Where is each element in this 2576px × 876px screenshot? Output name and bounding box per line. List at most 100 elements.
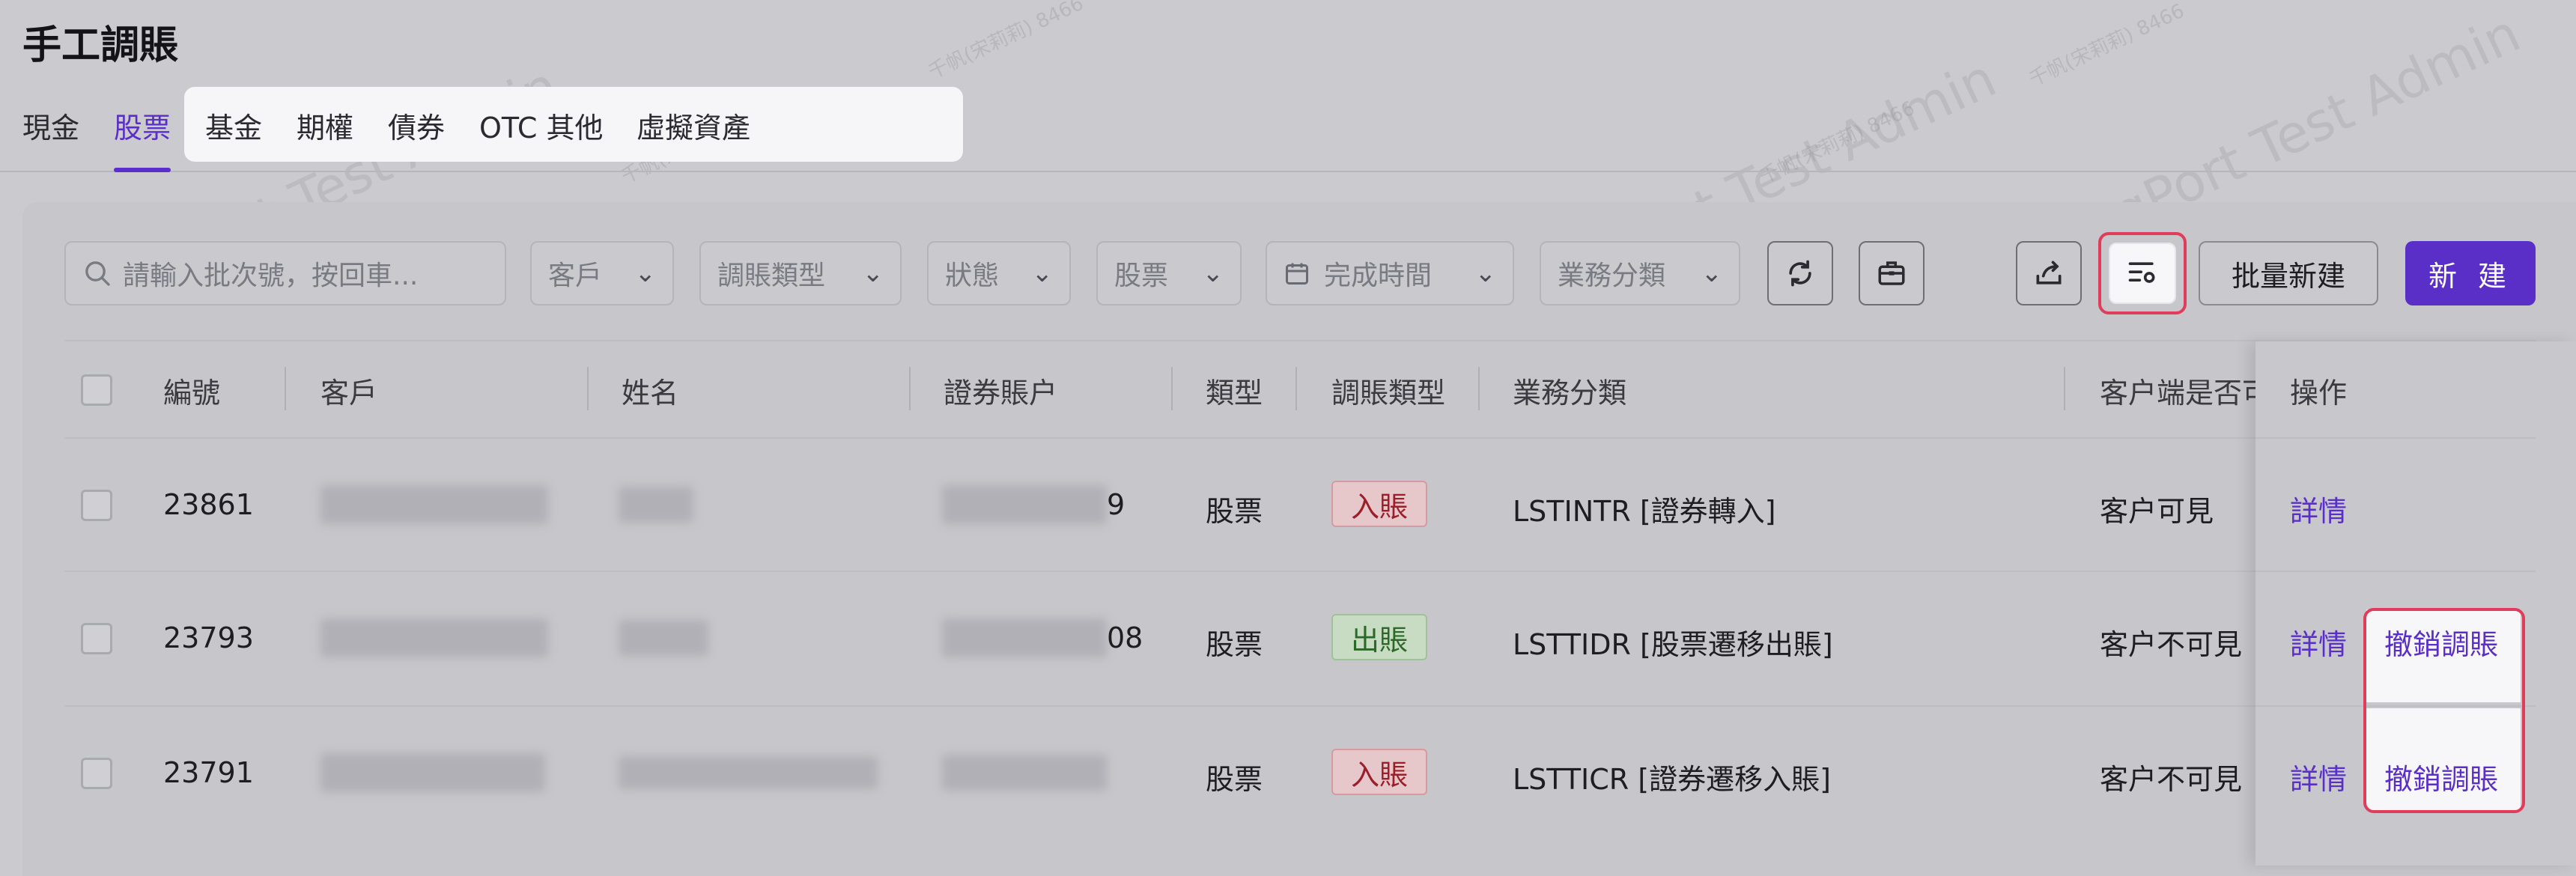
batch-new-button[interactable]: 批量新建 (2199, 241, 2378, 305)
business-category-filter[interactable]: 業務分類 ⌄ (1540, 241, 1740, 305)
chevron-down-icon: ⌄ (862, 258, 884, 288)
adjust-type-filter[interactable]: 調賬類型 ⌄ (699, 241, 902, 305)
column-header-client[interactable]: 客戶 (321, 370, 377, 411)
row-visibility: 客户不可見 (2100, 763, 2243, 796)
column-settings-button[interactable] (2109, 243, 2176, 304)
row-type: 股票 (1206, 763, 1263, 796)
status-filter[interactable]: 狀態 ⌄ (927, 241, 1071, 305)
row-id: 23791 (163, 756, 254, 789)
watermark-small: 千帆(宋莉莉) 8466 (2026, 0, 2188, 91)
column-divider (1478, 367, 1480, 410)
refresh-button[interactable] (1767, 241, 1833, 305)
page-title: 手工調賬 (22, 23, 179, 68)
export-icon (2036, 261, 2062, 285)
chevron-down-icon: ⌄ (1474, 258, 1497, 288)
tab-cash[interactable]: 現金 (22, 105, 79, 146)
name-redacted (619, 620, 708, 656)
account-redacted (942, 485, 1107, 524)
column-divider (1295, 367, 1297, 410)
name-redacted (619, 756, 878, 789)
toolbox-icon (1878, 261, 1905, 285)
chevron-down-icon: ⌄ (1031, 258, 1054, 288)
filter-divider (64, 340, 2536, 341)
stock-filter[interactable]: 股票 ⌄ (1096, 241, 1242, 305)
chevron-down-icon: ⌄ (634, 258, 657, 288)
row-divider (64, 571, 2536, 572)
row-id: 23793 (163, 621, 254, 654)
header-divider (2255, 437, 2536, 439)
new-button[interactable]: 新 建 (2405, 241, 2536, 305)
calendar-icon (1286, 263, 1308, 285)
select-all-checkbox[interactable] (81, 374, 112, 406)
column-header-name[interactable]: 姓名 (622, 370, 678, 411)
search-input[interactable]: 請輸入批次號，按回車... (64, 241, 506, 305)
name-redacted (619, 487, 693, 523)
stock-filter-label: 股票 (1114, 261, 1169, 291)
column-divider (909, 367, 911, 410)
revoke-adjustment-link[interactable]: 撤銷調賬 (2384, 756, 2498, 797)
tab-virtual-assets[interactable]: 虛擬資產 (637, 105, 750, 146)
complete-time-filter[interactable]: 完成時間 ⌄ (1266, 241, 1514, 305)
watermark-small: 千帆(宋莉莉) 8466 (925, 0, 1087, 84)
column-divider (2064, 367, 2065, 410)
complete-time-filter-label: 完成時間 (1324, 261, 1433, 291)
row-checkbox[interactable] (81, 490, 112, 521)
row-visibility: 客户不可見 (2100, 628, 2243, 661)
column-settings-icon (2128, 262, 2155, 283)
detail-link[interactable]: 詳情 (2290, 488, 2347, 529)
header-divider (64, 437, 2536, 439)
column-header-securities-account[interactable]: 證券賬户 (944, 370, 1057, 411)
column-header-business-category[interactable]: 業務分類 (1513, 370, 1626, 411)
row-business-category: LSTTIDR [股票遷移出賬] (1513, 628, 1833, 661)
column-header-adjust-type[interactable]: 調賬類型 (1331, 370, 1445, 411)
client-redacted (321, 753, 545, 792)
revoke-adjustment-link[interactable]: 撤銷調賬 (2384, 621, 2498, 663)
export-button[interactable] (2016, 241, 2082, 305)
column-header-actions: 操作 (2290, 377, 2348, 410)
row-visibility: 客户可見 (2100, 495, 2214, 528)
account-redacted (942, 755, 1107, 791)
chevron-down-icon: ⌄ (1701, 258, 1723, 288)
tab-fund[interactable]: 基金 (205, 105, 262, 146)
toolbox-button[interactable] (1859, 241, 1925, 305)
adjust-type-filter-label: 調賬類型 (717, 261, 826, 291)
adjust-type-badge: 入賬 (1331, 481, 1428, 527)
column-divider (1171, 367, 1173, 410)
row-type: 股票 (1206, 628, 1263, 661)
status-filter-label: 狀態 (945, 261, 1000, 291)
tab-otc-other[interactable]: OTC 其他 (479, 105, 604, 146)
row-id: 23861 (163, 488, 254, 521)
row-checkbox[interactable] (81, 758, 112, 789)
chevron-down-icon: ⌄ (1202, 258, 1224, 288)
client-redacted (321, 485, 548, 524)
adjust-type-badge: 出賬 (1331, 614, 1428, 660)
column-header-type[interactable]: 類型 (1206, 370, 1263, 411)
tab-options[interactable]: 期權 (297, 105, 353, 146)
search-icon (85, 261, 110, 286)
account-redacted (942, 618, 1107, 657)
adjust-type-badge: 入賬 (1331, 749, 1428, 795)
account-suffix: 9 (1107, 488, 1126, 521)
row-checkbox[interactable] (81, 623, 112, 654)
row-type: 股票 (1206, 495, 1263, 528)
account-suffix: 08 (1107, 621, 1143, 654)
client-filter-label: 客戶 (548, 261, 603, 291)
detail-link[interactable]: 詳情 (2290, 621, 2347, 663)
row-business-category: LSTTICR [證券遷移入賬] (1513, 763, 1831, 796)
column-divider (587, 367, 589, 410)
detail-link[interactable]: 詳情 (2290, 756, 2347, 797)
client-filter[interactable]: 客戶 ⌄ (530, 241, 674, 305)
tab-bonds[interactable]: 債券 (388, 105, 445, 146)
row-divider (64, 705, 2536, 707)
column-header-client-visibility[interactable]: 客户端是否可 (2100, 370, 2270, 411)
tab-stock[interactable]: 股票 (114, 105, 171, 146)
active-tab-indicator (114, 168, 171, 172)
column-divider (285, 367, 286, 410)
business-category-filter-label: 業務分類 (1558, 261, 1666, 291)
search-placeholder: 請輸入批次號，按回車... (123, 261, 419, 291)
client-redacted (321, 618, 548, 657)
row-divider (2255, 571, 2536, 572)
column-header-id[interactable]: 編號 (163, 370, 220, 411)
row-business-category: LSTINTR [證券轉入] (1513, 495, 1776, 528)
refresh-icon (1789, 260, 1811, 287)
